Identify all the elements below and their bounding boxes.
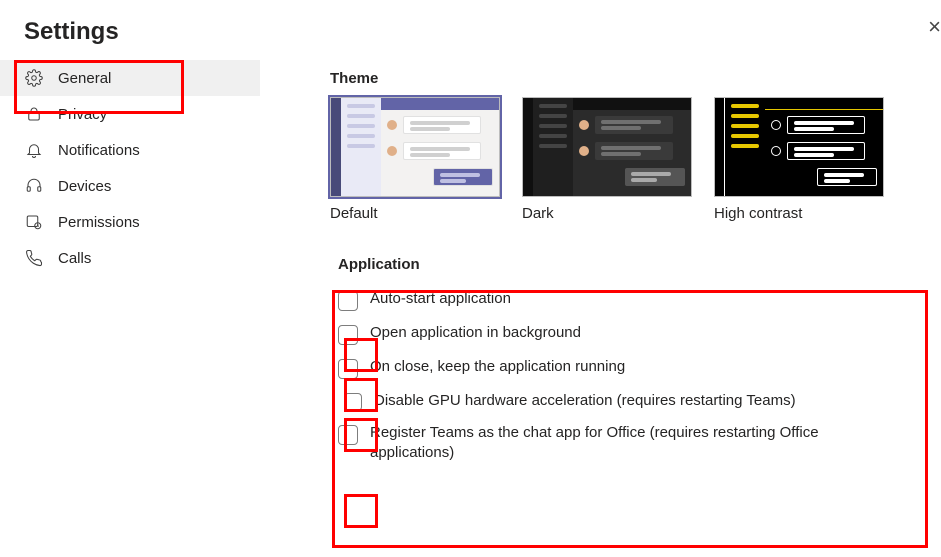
theme-option-high-contrast[interactable]: High contrast bbox=[714, 97, 884, 222]
sidebar-item-permissions[interactable]: Permissions bbox=[0, 204, 260, 240]
checkbox-auto-start[interactable] bbox=[338, 291, 358, 311]
lock-icon bbox=[24, 104, 44, 124]
theme-preview-default bbox=[330, 97, 500, 197]
option-label: Register Teams as the chat app for Offic… bbox=[370, 423, 890, 463]
option-keep-running: On close, keep the application running bbox=[338, 351, 923, 385]
sidebar-item-label: Notifications bbox=[58, 142, 140, 159]
gear-icon bbox=[24, 68, 44, 88]
sidebar-item-label: Privacy bbox=[58, 106, 107, 123]
option-label: Auto-start application bbox=[370, 289, 511, 309]
permissions-icon bbox=[24, 212, 44, 232]
checkbox-disable-gpu[interactable] bbox=[344, 393, 362, 411]
sidebar-item-notifications[interactable]: Notifications bbox=[0, 132, 260, 168]
theme-options: Default bbox=[330, 97, 931, 222]
phone-icon bbox=[24, 248, 44, 268]
sidebar-item-label: Calls bbox=[58, 250, 91, 267]
headset-icon bbox=[24, 176, 44, 196]
close-button[interactable]: × bbox=[923, 14, 941, 40]
theme-preview-dark bbox=[522, 97, 692, 197]
checkbox-open-background[interactable] bbox=[338, 325, 358, 345]
option-auto-start: Auto-start application bbox=[338, 283, 923, 317]
theme-preview-hc bbox=[714, 97, 884, 197]
option-label: On close, keep the application running bbox=[370, 357, 625, 377]
theme-label: Dark bbox=[522, 205, 692, 222]
theme-label: High contrast bbox=[714, 205, 884, 222]
option-label: Disable GPU hardware acceleration (requi… bbox=[374, 391, 796, 411]
checkbox-keep-running[interactable] bbox=[338, 359, 358, 379]
sidebar-item-label: Permissions bbox=[58, 214, 140, 231]
application-heading: Application bbox=[338, 256, 923, 273]
checkbox-register-chat-app[interactable] bbox=[338, 425, 358, 445]
theme-option-dark[interactable]: Dark bbox=[522, 97, 692, 222]
application-section: Application Auto-start application Open … bbox=[330, 250, 931, 479]
sidebar-item-general[interactable]: General bbox=[0, 60, 260, 96]
sidebar-item-label: Devices bbox=[58, 178, 111, 195]
theme-label: Default bbox=[330, 205, 500, 222]
sidebar-item-devices[interactable]: Devices bbox=[0, 168, 260, 204]
option-disable-gpu: Disable GPU hardware acceleration (requi… bbox=[338, 385, 923, 417]
settings-sidebar: General Privacy Notifications Devices Pe bbox=[0, 56, 260, 479]
option-label: Open application in background bbox=[370, 323, 581, 343]
option-open-background: Open application in background bbox=[338, 317, 923, 351]
bell-icon bbox=[24, 140, 44, 160]
sidebar-item-label: General bbox=[58, 70, 111, 87]
theme-option-default[interactable]: Default bbox=[330, 97, 500, 222]
sidebar-item-calls[interactable]: Calls bbox=[0, 240, 260, 276]
option-register-chat-app: Register Teams as the chat app for Offic… bbox=[338, 417, 923, 469]
theme-heading: Theme bbox=[330, 70, 931, 87]
highlight-box bbox=[344, 494, 378, 528]
page-title: Settings bbox=[0, 0, 941, 56]
sidebar-item-privacy[interactable]: Privacy bbox=[0, 96, 260, 132]
